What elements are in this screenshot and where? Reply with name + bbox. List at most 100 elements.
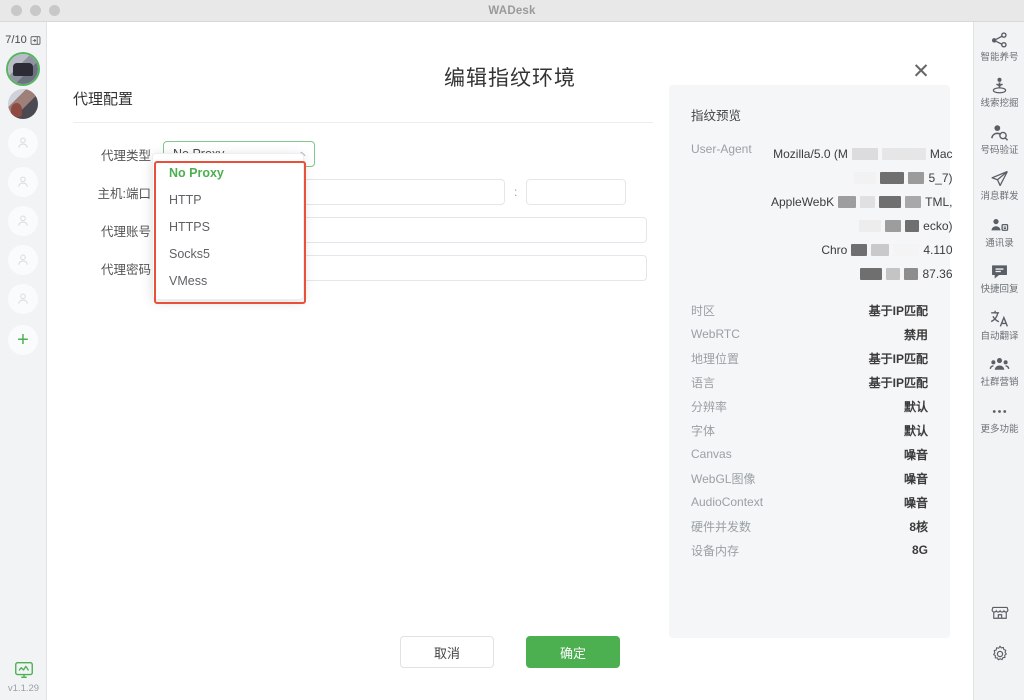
ua-text: Mac (929, 147, 953, 161)
preview-key: 硬件并发数 (691, 519, 752, 534)
dropdown-option-socks5[interactable]: Socks5 (153, 240, 303, 267)
confirm-button[interactable]: 确定 (526, 636, 620, 668)
sidebar-footer: v1.1.29 (0, 659, 47, 694)
preview-row-webgl: WebGL图像 噪音 (691, 466, 928, 490)
host-port-separator: : (514, 185, 518, 199)
rail-item-number-verify[interactable]: 号码验证 (974, 115, 1024, 161)
preview-value: 基于IP匹配 (868, 303, 928, 318)
preview-value: 默认 (903, 399, 928, 414)
host-port-label: 主机:端口 (97, 186, 151, 201)
redaction-block (851, 244, 868, 256)
person-icon (18, 176, 28, 187)
close-icon[interactable]: ✕ (909, 59, 933, 83)
preview-value: 噪音 (903, 495, 928, 510)
rail-item-bulk-message[interactable]: 消息群发 (974, 161, 1024, 207)
preview-row-webrtc: WebRTC 禁用 (691, 322, 928, 346)
rail-label: 消息群发 (980, 191, 1019, 203)
account-placeholder-1[interactable] (8, 128, 38, 158)
ua-text: Chro (821, 243, 848, 257)
store-icon[interactable] (990, 602, 1010, 622)
cancel-button[interactable]: 取消 (400, 636, 494, 668)
rail-item-smart-nurture[interactable]: 智能养号 (974, 22, 1024, 68)
window-titlebar: WADesk (0, 0, 1024, 22)
account-counter-text: 7/10 (5, 34, 27, 46)
account-placeholder-2[interactable] (8, 167, 38, 197)
redaction-block (879, 196, 902, 208)
person-radar-icon (992, 78, 1007, 94)
person-icon (18, 137, 28, 148)
gear-icon[interactable] (990, 644, 1010, 664)
preview-value: 默认 (903, 423, 928, 438)
dropdown-option-https[interactable]: HTTPS (153, 213, 303, 240)
redaction-block (893, 244, 920, 256)
rail-item-quick-reply[interactable]: 快捷回复 (974, 254, 1024, 300)
user-agent-line: 87.36 (771, 262, 953, 286)
add-account-button[interactable]: + (8, 325, 38, 355)
preview-key: WebGL图像 (691, 471, 756, 486)
preview-value: 基于IP匹配 (868, 351, 928, 366)
redaction-block (854, 172, 877, 184)
account-avatar-list (8, 54, 38, 119)
user-agent-line: Chro 4.110 (771, 238, 953, 262)
add-account-label: + (17, 329, 29, 351)
preview-value: 噪音 (903, 471, 928, 486)
redaction-block (859, 220, 882, 232)
redaction-block (880, 172, 905, 184)
app-window: WADesk 7/10 + v1.1.29 智能养号 线索挖掘 号码验证 消息群… (0, 0, 1024, 700)
translate-icon (990, 310, 1009, 327)
account-placeholder-4[interactable] (8, 245, 38, 275)
account-placeholder-3[interactable] (8, 206, 38, 236)
preview-value: 禁用 (903, 327, 928, 342)
ua-text: TML, (925, 195, 953, 209)
rail-label: 更多功能 (980, 423, 1019, 435)
section-divider (73, 122, 653, 123)
port-input[interactable] (526, 179, 627, 205)
rail-item-community-marketing[interactable]: 社群营销 (974, 347, 1024, 393)
user-agent-line: AppleWebK TML, (771, 190, 953, 214)
ua-text: 87.36 (922, 267, 953, 281)
window-title: WADesk (488, 4, 536, 17)
user-agent-row: User-Agent Mozilla/5.0 (M Mac 5_7) Apple… (691, 142, 953, 286)
user-agent-label: User-Agent (691, 142, 752, 156)
edit-fingerprint-modal: 编辑指纹环境 ✕ 代理配置 代理类型 No Proxy 主机:端口 (47, 22, 973, 700)
redaction-block (838, 196, 857, 208)
preview-key: 设备内存 (691, 543, 740, 558)
account-avatar-active[interactable] (8, 54, 38, 84)
rail-item-contacts[interactable]: 通讯录 (974, 208, 1024, 254)
rail-item-more[interactable]: 更多功能 (974, 394, 1024, 440)
collapse-panel-icon[interactable] (30, 35, 41, 46)
monitor-chart-icon[interactable] (13, 659, 35, 681)
rail-item-auto-translate[interactable]: 自动翻译 (974, 301, 1024, 347)
dropdown-option-http[interactable]: HTTP (153, 186, 303, 213)
redaction-block (871, 244, 890, 256)
preview-row-geolocation: 地理位置 基于IP匹配 (691, 346, 928, 370)
group-people-icon (989, 358, 1010, 370)
dropdown-option-no-proxy[interactable]: No Proxy (153, 159, 303, 186)
user-agent-line: ecko) (771, 214, 953, 238)
account-placeholder-5[interactable] (8, 284, 38, 314)
preview-row-language: 语言 基于IP匹配 (691, 370, 928, 394)
dropdown-option-vmess[interactable]: VMess (153, 267, 303, 294)
rail-footer (974, 602, 1024, 686)
redaction-block (905, 196, 922, 208)
preview-value: 8核 (909, 519, 928, 534)
account-avatar-secondary[interactable] (8, 89, 38, 119)
person-icon (18, 215, 28, 226)
preview-key: 分辨率 (691, 399, 728, 414)
rail-item-lead-mining[interactable]: 线索挖掘 (974, 68, 1024, 114)
redaction-block (860, 268, 883, 280)
redaction-block (908, 172, 925, 184)
proxy-account-label: 代理账号 (100, 224, 151, 239)
paper-plane-icon (991, 171, 1008, 187)
person-search-icon (991, 125, 1009, 141)
rail-label: 通讯录 (985, 237, 1014, 249)
user-agent-line: 5_7) (771, 166, 953, 190)
rail-label: 线索挖掘 (980, 98, 1019, 110)
preview-row-hardware-concurrency: 硬件并发数 8核 (691, 514, 928, 538)
preview-row-audiocontext: AudioContext 噪音 (691, 490, 928, 514)
proxy-type-dropdown[interactable]: No Proxy HTTP HTTPS Socks5 VMess (152, 153, 304, 300)
ua-text: 4.110 (923, 243, 953, 257)
accounts-sidebar: 7/10 + v1.1.29 (0, 22, 47, 700)
person-icon (18, 293, 28, 304)
preview-key: 时区 (691, 303, 716, 318)
